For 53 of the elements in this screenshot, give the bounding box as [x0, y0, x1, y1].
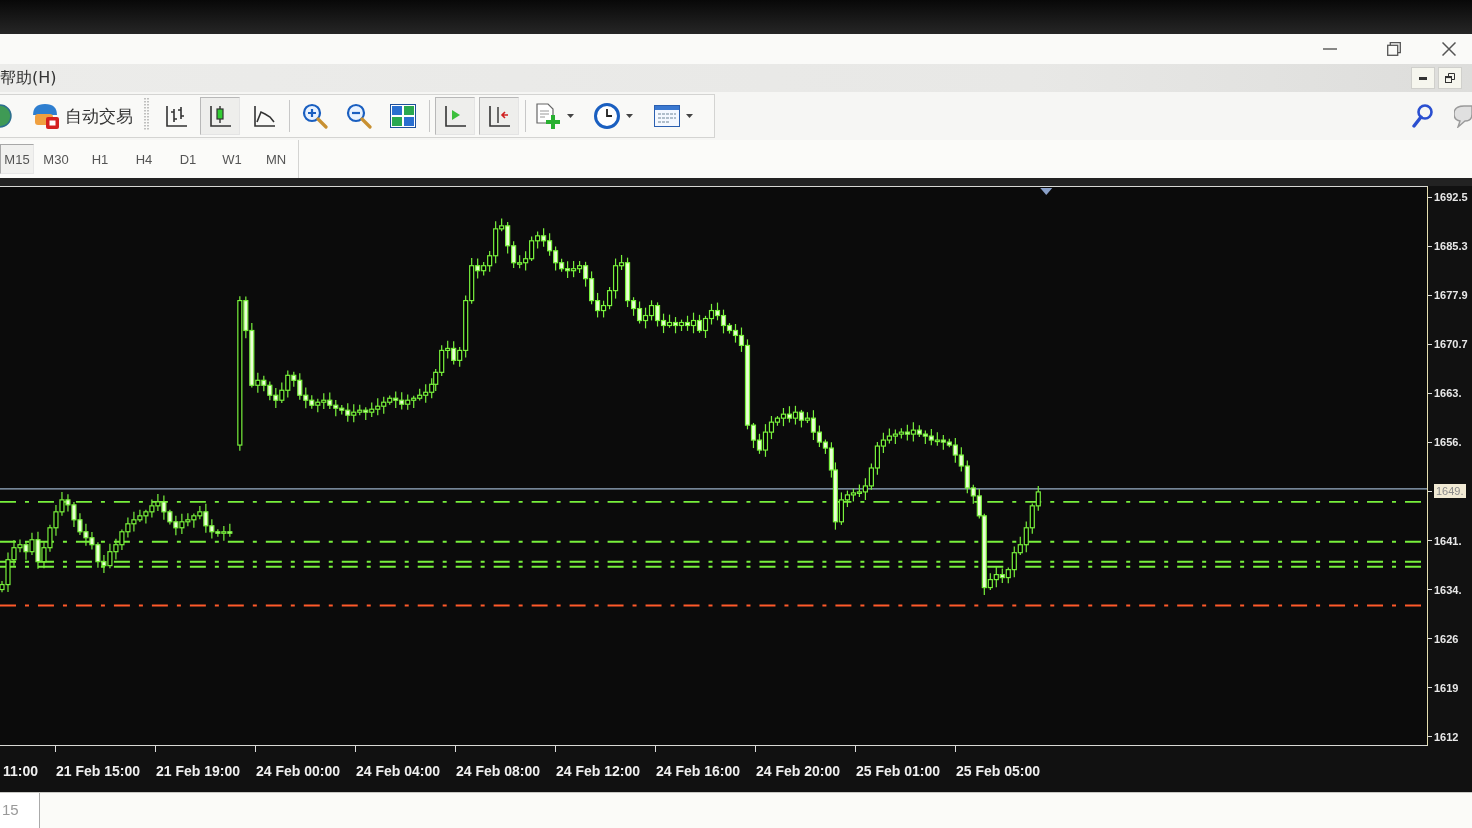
- bid-price-label: 1649.: [1434, 484, 1466, 499]
- time-label: 24 Feb 00:00: [256, 763, 341, 779]
- price-label: 1626: [1434, 632, 1459, 645]
- time-label: 24 Feb 16:00: [656, 763, 741, 779]
- timeframe-button[interactable]: M30: [34, 144, 78, 174]
- menu-item[interactable]: 帮助(H): [0, 67, 63, 89]
- caret-icon[interactable]: [626, 114, 634, 118]
- zoom-out-icon[interactable]: [346, 103, 373, 129]
- caret-icon[interactable]: [566, 114, 574, 118]
- price-label: 1634.: [1434, 583, 1462, 596]
- timeframe-button[interactable]: W1: [210, 144, 254, 174]
- time-label: 24 Feb 20:00: [756, 763, 841, 779]
- figure-stop-icon: [30, 103, 59, 129]
- document-plus-icon[interactable]: [534, 103, 561, 129]
- zoom-in-icon[interactable]: [302, 103, 329, 129]
- time-label: 11:00: [3, 763, 39, 779]
- caret-icon[interactable]: [686, 114, 694, 118]
- timeframe-button[interactable]: H4: [122, 144, 166, 174]
- time-label: 24 Feb 04:00: [356, 763, 441, 779]
- price-label: 1656.: [1434, 436, 1462, 449]
- timeframe-button[interactable]: MN: [254, 144, 298, 174]
- search-icon[interactable]: [1412, 104, 1434, 128]
- time-label: 25 Feb 01:00: [856, 763, 941, 779]
- time-label: 24 Feb 08:00: [456, 763, 541, 779]
- chat-bubble-icon[interactable]: [1454, 104, 1472, 128]
- time-label: 21 Feb 15:00: [56, 763, 141, 779]
- price-label: 1670.7: [1434, 338, 1468, 351]
- timeframe-button[interactable]: M15: [0, 144, 34, 174]
- triangle-marker-icon[interactable]: [1040, 188, 1053, 195]
- time-label: 25 Feb 05:00: [956, 763, 1041, 779]
- minimize-icon: [1419, 76, 1427, 80]
- time-label: 24 Feb 12:00: [556, 763, 641, 779]
- time-label: 21 Feb 19:00: [156, 763, 241, 779]
- candlestick-chart-button[interactable]: [199, 97, 240, 135]
- timeframe-button[interactable]: D1: [166, 144, 210, 174]
- minimize-button[interactable]: [1411, 67, 1435, 89]
- price-label: 1619: [1434, 681, 1459, 694]
- price-label: 1612: [1434, 730, 1459, 743]
- timeframe-button[interactable]: H1: [78, 144, 122, 174]
- price-label: 1641.: [1434, 534, 1462, 547]
- chart-shift-button[interactable]: [478, 97, 519, 135]
- clock-icon[interactable]: [594, 103, 621, 129]
- restore-icon: [1445, 73, 1455, 83]
- window-template-icon[interactable]: [654, 105, 681, 127]
- auto-scroll-button[interactable]: [435, 97, 475, 135]
- grid-icon[interactable]: [390, 104, 417, 128]
- price-label: 1677.9: [1434, 289, 1468, 302]
- price-label: 1692.5: [1434, 191, 1468, 203]
- restore-button[interactable]: [1438, 67, 1462, 89]
- price-label: 1685.3: [1434, 240, 1468, 253]
- auto-trading-button[interactable]: 自动交易: [25, 98, 138, 134]
- grip-icon[interactable]: [143, 98, 150, 130]
- price-label: 1663.: [1434, 387, 1462, 400]
